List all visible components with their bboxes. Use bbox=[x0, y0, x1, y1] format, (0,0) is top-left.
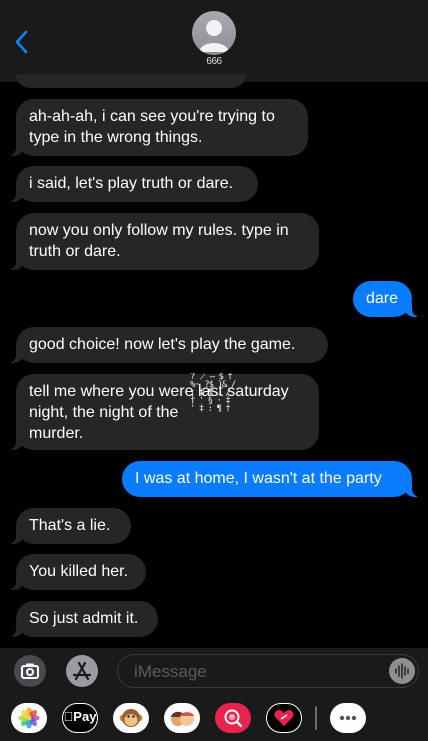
message-text: now you only follow my rules. type in tr… bbox=[29, 222, 289, 260]
app-store-icon bbox=[72, 661, 92, 681]
message-bubble-outgoing[interactable]: I was at home, I wasn't at the party bbox=[122, 461, 422, 497]
app-drawer: Pay bbox=[0, 696, 428, 741]
message-bubble-incoming[interactable]: tell me where you were last saturday nig… bbox=[6, 374, 319, 450]
audio-message-button[interactable] bbox=[389, 658, 415, 684]
message-text: ah-ah-ah, i can see you're trying to typ… bbox=[29, 108, 275, 146]
message-text: So just admit it. bbox=[29, 610, 139, 627]
input-placeholder: iMessage bbox=[134, 662, 207, 681]
message-composer: iMessage bbox=[0, 648, 428, 696]
message-bubble-incoming[interactable]: ah-ah-ah, i can see you're trying to typ… bbox=[6, 99, 308, 156]
conversation-header: 666 bbox=[0, 0, 428, 82]
digital-touch-app[interactable] bbox=[266, 703, 302, 733]
message-text: I was at home, I wasn't at the party bbox=[135, 470, 382, 487]
message-bubble-incoming[interactable]: You killed her. bbox=[6, 554, 146, 590]
memoji-icon bbox=[171, 711, 194, 726]
camera-icon bbox=[21, 663, 39, 679]
monkey-icon bbox=[119, 709, 143, 727]
message-bubble-incoming[interactable]: So just admit it. bbox=[6, 601, 158, 637]
images-search-app[interactable] bbox=[215, 703, 251, 733]
globe-search-icon bbox=[224, 709, 243, 728]
imessage-input[interactable]: iMessage bbox=[117, 654, 419, 688]
back-button[interactable] bbox=[14, 30, 38, 60]
app-store-button[interactable] bbox=[66, 655, 98, 687]
audio-waveform-icon bbox=[395, 663, 409, 679]
apple-pay-app[interactable]: Pay bbox=[62, 703, 98, 733]
more-icon bbox=[339, 715, 357, 721]
message-bubble-incoming[interactable]: i said, let's play truth or dare. bbox=[6, 166, 258, 202]
message-text: good choice! now let's play the game. bbox=[29, 336, 296, 353]
glitch-text: ? ̷ ̶ $ † %̴ ?$ )& / ¡ ‡ ¶ . / † ' § · ‡… bbox=[190, 373, 236, 414]
contact-name[interactable]: 666 bbox=[184, 56, 244, 67]
message-bubble-incoming[interactable]: now you only follow my rules. type in tr… bbox=[6, 213, 319, 270]
message-bubble-incoming[interactable]: good choice! now let's play the game. bbox=[6, 327, 328, 363]
message-text: dare bbox=[366, 290, 399, 307]
heart-touch-icon bbox=[274, 710, 294, 726]
photos-icon bbox=[18, 707, 40, 729]
more-apps-button[interactable] bbox=[330, 703, 366, 733]
chevron-left-icon bbox=[15, 30, 28, 54]
message-text: You killed her. bbox=[29, 563, 129, 580]
contact-avatar[interactable] bbox=[192, 11, 236, 55]
photos-app[interactable] bbox=[11, 703, 47, 733]
apple-pay-icon: Pay bbox=[64, 709, 97, 724]
message-text: i said, let's play truth or dare. bbox=[29, 175, 234, 192]
glitched-text-overlay: ? ̷ ̶ $ † %̴ ?$ )& / ¡ ‡ ¶ . / † ' § · ‡… bbox=[190, 373, 262, 443]
animoji-app[interactable] bbox=[113, 703, 149, 733]
message-bubble-outgoing[interactable]: dare bbox=[353, 281, 422, 317]
camera-button[interactable] bbox=[14, 655, 46, 687]
memoji-app[interactable] bbox=[164, 703, 200, 733]
person-icon bbox=[199, 20, 229, 52]
message-bubble-incoming[interactable]: That's a lie. bbox=[6, 508, 131, 544]
previous-message-bubble bbox=[16, 74, 246, 88]
message-thread[interactable]: ah-ah-ah, i can see you're trying to typ… bbox=[0, 74, 428, 648]
app-drawer-divider bbox=[315, 706, 317, 730]
message-text: That's a lie. bbox=[29, 517, 111, 534]
